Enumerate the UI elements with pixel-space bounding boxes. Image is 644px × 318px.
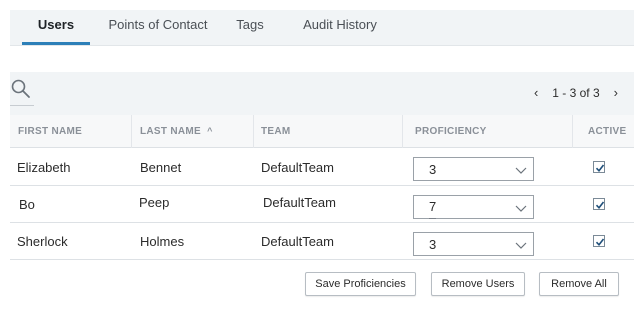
cell-first-name: Sherlock (17, 234, 68, 249)
sort-ascending-icon: ^ (207, 126, 213, 136)
save-proficiencies-button[interactable]: Save Proficiencies (305, 272, 416, 296)
check-icon (595, 238, 605, 247)
table-toolbar: ‹ 1 - 3 of 3 › (10, 72, 634, 115)
active-checkbox[interactable] (593, 235, 605, 247)
pagination-count: 1 - 3 of 3 (552, 85, 600, 100)
column-divider (131, 115, 132, 148)
proficiency-value: 7 (429, 196, 437, 219)
search-icon[interactable] (10, 78, 34, 102)
tab-audit-history[interactable]: Audit History (290, 10, 390, 45)
tab-tags[interactable]: Tags (230, 10, 270, 45)
column-header-first-name[interactable]: FIRST NAME (18, 115, 82, 148)
search-underline (10, 105, 34, 106)
chevron-down-icon (515, 167, 527, 174)
remove-users-button[interactable]: Remove Users (431, 272, 525, 296)
proficiency-value: 3 (429, 237, 437, 252)
column-header-team[interactable]: TEAM (261, 115, 291, 148)
column-header-active[interactable]: ACTIVE (588, 115, 626, 148)
table-row: Bo Peep DefaultTeam 7 (10, 186, 634, 223)
table-header: FIRST NAME LAST NAME ^ TEAM PROFICIENCY … (10, 115, 634, 148)
active-checkbox[interactable] (593, 198, 605, 210)
column-divider (402, 115, 403, 148)
cell-team: DefaultTeam (261, 160, 334, 175)
active-checkbox[interactable] (593, 161, 605, 173)
column-header-last-name-label: LAST NAME (140, 126, 202, 137)
column-divider (253, 115, 254, 148)
proficiency-select[interactable]: 3 (413, 157, 534, 181)
cell-last-name: Peep (139, 195, 170, 210)
cell-first-name: Bo (19, 197, 35, 212)
chevron-down-icon (515, 205, 527, 212)
tab-bar: Users Points of Contact Tags Audit Histo… (10, 10, 634, 46)
chevron-down-icon (515, 242, 527, 249)
proficiency-select[interactable]: 3 (413, 232, 534, 256)
cell-team: DefaultTeam (263, 195, 336, 210)
cell-team: DefaultTeam (261, 234, 334, 249)
check-icon (595, 201, 605, 210)
next-page-button[interactable]: › (610, 85, 622, 100)
proficiency-value: 3 (429, 162, 437, 177)
check-icon (595, 164, 605, 173)
remove-all-button[interactable]: Remove All (539, 272, 619, 296)
column-divider (572, 115, 573, 148)
table-row: Sherlock Holmes DefaultTeam 3 (10, 223, 634, 260)
column-header-last-name[interactable]: LAST NAME ^ (140, 115, 213, 148)
proficiency-select[interactable]: 7 (413, 195, 534, 219)
prev-page-button[interactable]: ‹ (530, 85, 542, 100)
tab-points-of-contact[interactable]: Points of Contact (102, 10, 214, 45)
cell-last-name: Bennet (140, 160, 182, 175)
cell-last-name: Holmes (140, 234, 185, 249)
column-header-proficiency[interactable]: PROFICIENCY (415, 115, 487, 148)
tab-users[interactable]: Users (22, 10, 90, 45)
pagination: ‹ 1 - 3 of 3 › (530, 85, 622, 100)
cell-first-name: Elizabeth (17, 160, 71, 175)
table-row: Elizabeth Bennet DefaultTeam 3 (10, 149, 634, 186)
